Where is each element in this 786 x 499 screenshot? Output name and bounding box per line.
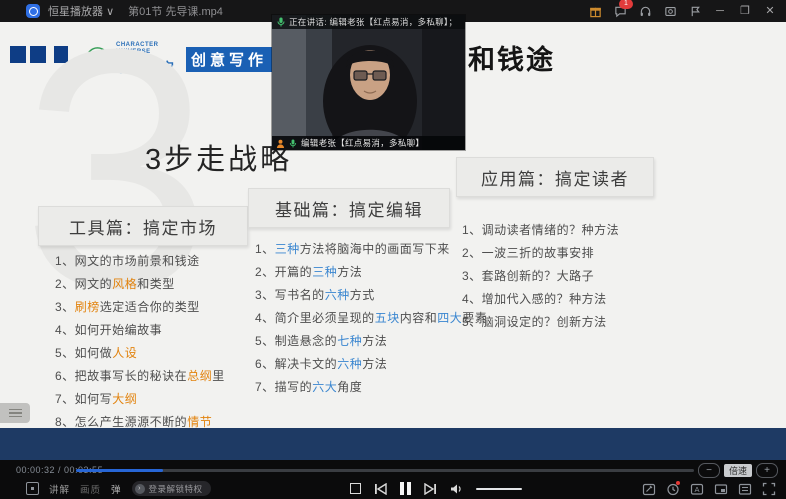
pip-icon[interactable] bbox=[713, 481, 728, 496]
list-item: 5、脑洞设定的？创新方法 bbox=[462, 313, 619, 330]
app-name[interactable]: 恒星播放器 ∨ bbox=[48, 3, 114, 19]
list-item: 2、开篇的三种方法 bbox=[255, 263, 487, 280]
column-header-basics: 基础篇：搞定编辑 bbox=[248, 188, 450, 228]
speed-decrease-button[interactable]: − bbox=[698, 463, 720, 478]
list-item: 6、解决卡文的六种方法 bbox=[255, 355, 487, 372]
playlist-handle[interactable] bbox=[0, 403, 30, 423]
volume-slider[interactable] bbox=[476, 488, 522, 490]
pause-button[interactable] bbox=[400, 482, 411, 495]
timer-alert-dot bbox=[676, 481, 680, 485]
headphones-icon[interactable] bbox=[637, 3, 653, 19]
maximize-button[interactable]: ❐ bbox=[737, 3, 753, 19]
column-list-basics: 1、三种方法将脑海中的画面写下来 2、开篇的三种方法 3、写书名的六种方式 4、简介里… bbox=[255, 240, 487, 395]
subtitle-icon[interactable]: A bbox=[689, 481, 704, 496]
column-list-tools: 1、网文的市场前景和钱途 2、网文的风格和类型 3、刷榜选定适合你的类型 4、如何开始… bbox=[55, 252, 225, 428]
list-item: 7、描写的六大角度 bbox=[255, 378, 487, 395]
column-list-application: 1、调动读者情绪的？种方法 2、一波三折的故事安排 3、套路创新的？大路子 4、增加代… bbox=[462, 221, 619, 330]
list-item: 7、如何写大纲 bbox=[55, 390, 225, 407]
quality-button[interactable]: 画质 bbox=[80, 482, 101, 496]
list-item: 1、调动读者情绪的？种方法 bbox=[462, 221, 619, 238]
progress-fill bbox=[76, 469, 163, 472]
list-item: 8、怎么产生源源不断的情节 bbox=[55, 413, 225, 428]
minimize-button[interactable]: ─ bbox=[712, 3, 728, 19]
mini-window-icon[interactable] bbox=[26, 482, 39, 495]
mic-icon bbox=[277, 17, 285, 27]
message-icon[interactable]: 1 bbox=[612, 3, 628, 19]
speed-control: − 倍速 + bbox=[698, 463, 778, 478]
login-button[interactable]: › 登录解锁特权 bbox=[132, 481, 211, 496]
explain-button[interactable]: 讲解 bbox=[49, 482, 70, 496]
gift-icon[interactable] bbox=[587, 3, 603, 19]
feature-icons: A bbox=[641, 478, 776, 499]
column-header-tools: 工具篇：搞定市场 bbox=[38, 206, 248, 246]
playlist-icon[interactable] bbox=[737, 481, 752, 496]
app-logo-icon bbox=[26, 4, 40, 18]
webcam-overlay[interactable]: 正在讲话: 编辑老张【红点易消，多私聊】； 编辑老张【红点易消，多私聊】 bbox=[272, 15, 465, 150]
person-icon bbox=[276, 139, 285, 148]
file-name: 第01节 先导课.mp4 bbox=[128, 3, 223, 19]
danmaku-toggle[interactable]: 弹 bbox=[111, 482, 122, 496]
speed-label[interactable]: 倍速 bbox=[724, 464, 752, 477]
previous-button[interactable] bbox=[374, 483, 387, 495]
list-item: 3、写书名的六种方式 bbox=[255, 286, 487, 303]
progress-bar[interactable] bbox=[76, 469, 694, 472]
close-button[interactable]: ✕ bbox=[762, 3, 778, 19]
list-item: 4、增加代入感的？种方法 bbox=[462, 290, 619, 307]
slide-title-partial: 和钱途 bbox=[468, 38, 555, 77]
list-item: 3、套路创新的？大路子 bbox=[462, 267, 619, 284]
player-window: 恒星播放器 ∨ 第01节 先导课.mp4 1 ─ ❐ ✕ bbox=[0, 0, 786, 499]
webcam-name-bar: 编辑老张【红点易消，多私聊】 bbox=[272, 136, 465, 150]
svg-text:A: A bbox=[694, 485, 699, 494]
list-item: 2、一波三折的故事安排 bbox=[462, 244, 619, 261]
list-item: 4、简介里必须呈现的五块内容和四大要素 bbox=[255, 309, 487, 326]
mic-icon bbox=[289, 139, 297, 148]
list-item: 3、刷榜选定适合你的类型 bbox=[55, 298, 225, 315]
clip-edit-icon[interactable] bbox=[641, 481, 656, 496]
volume-icon[interactable] bbox=[450, 483, 463, 495]
list-item: 1、三种方法将脑海中的画面写下来 bbox=[255, 240, 487, 257]
login-arrow-icon: › bbox=[135, 484, 145, 494]
stop-button[interactable] bbox=[350, 483, 361, 494]
snapshot-icon[interactable] bbox=[662, 3, 678, 19]
speed-increase-button[interactable]: + bbox=[756, 463, 778, 478]
column-header-application: 应用篇：搞定读者 bbox=[456, 157, 654, 197]
list-item: 1、网文的市场前景和钱途 bbox=[55, 252, 225, 269]
slide-subtitle: 3步走战略 bbox=[145, 136, 292, 178]
list-item: 6、把故事写长的秘诀在总纲里 bbox=[55, 367, 225, 384]
feedback-icon[interactable] bbox=[687, 3, 703, 19]
timer-icon[interactable] bbox=[665, 481, 680, 496]
transport-controls bbox=[350, 478, 522, 499]
speaking-banner: 正在讲话: 编辑老张【红点易消，多私聊】； bbox=[272, 15, 465, 29]
fullscreen-icon[interactable] bbox=[761, 481, 776, 496]
list-item: 4、如何开始编故事 bbox=[55, 321, 225, 338]
list-item: 5、制造悬念的七种方法 bbox=[255, 332, 487, 349]
next-button[interactable] bbox=[424, 483, 437, 495]
list-item: 2、网文的风格和类型 bbox=[55, 275, 225, 292]
message-badge: 1 bbox=[619, 0, 633, 9]
control-bar: 00:00:32 / 00:03:55 − 倍速 + 讲解 画质 弹 › 登录解… bbox=[0, 460, 786, 499]
list-item: 5、如何做人设 bbox=[55, 344, 225, 361]
webcam-video bbox=[272, 15, 465, 150]
